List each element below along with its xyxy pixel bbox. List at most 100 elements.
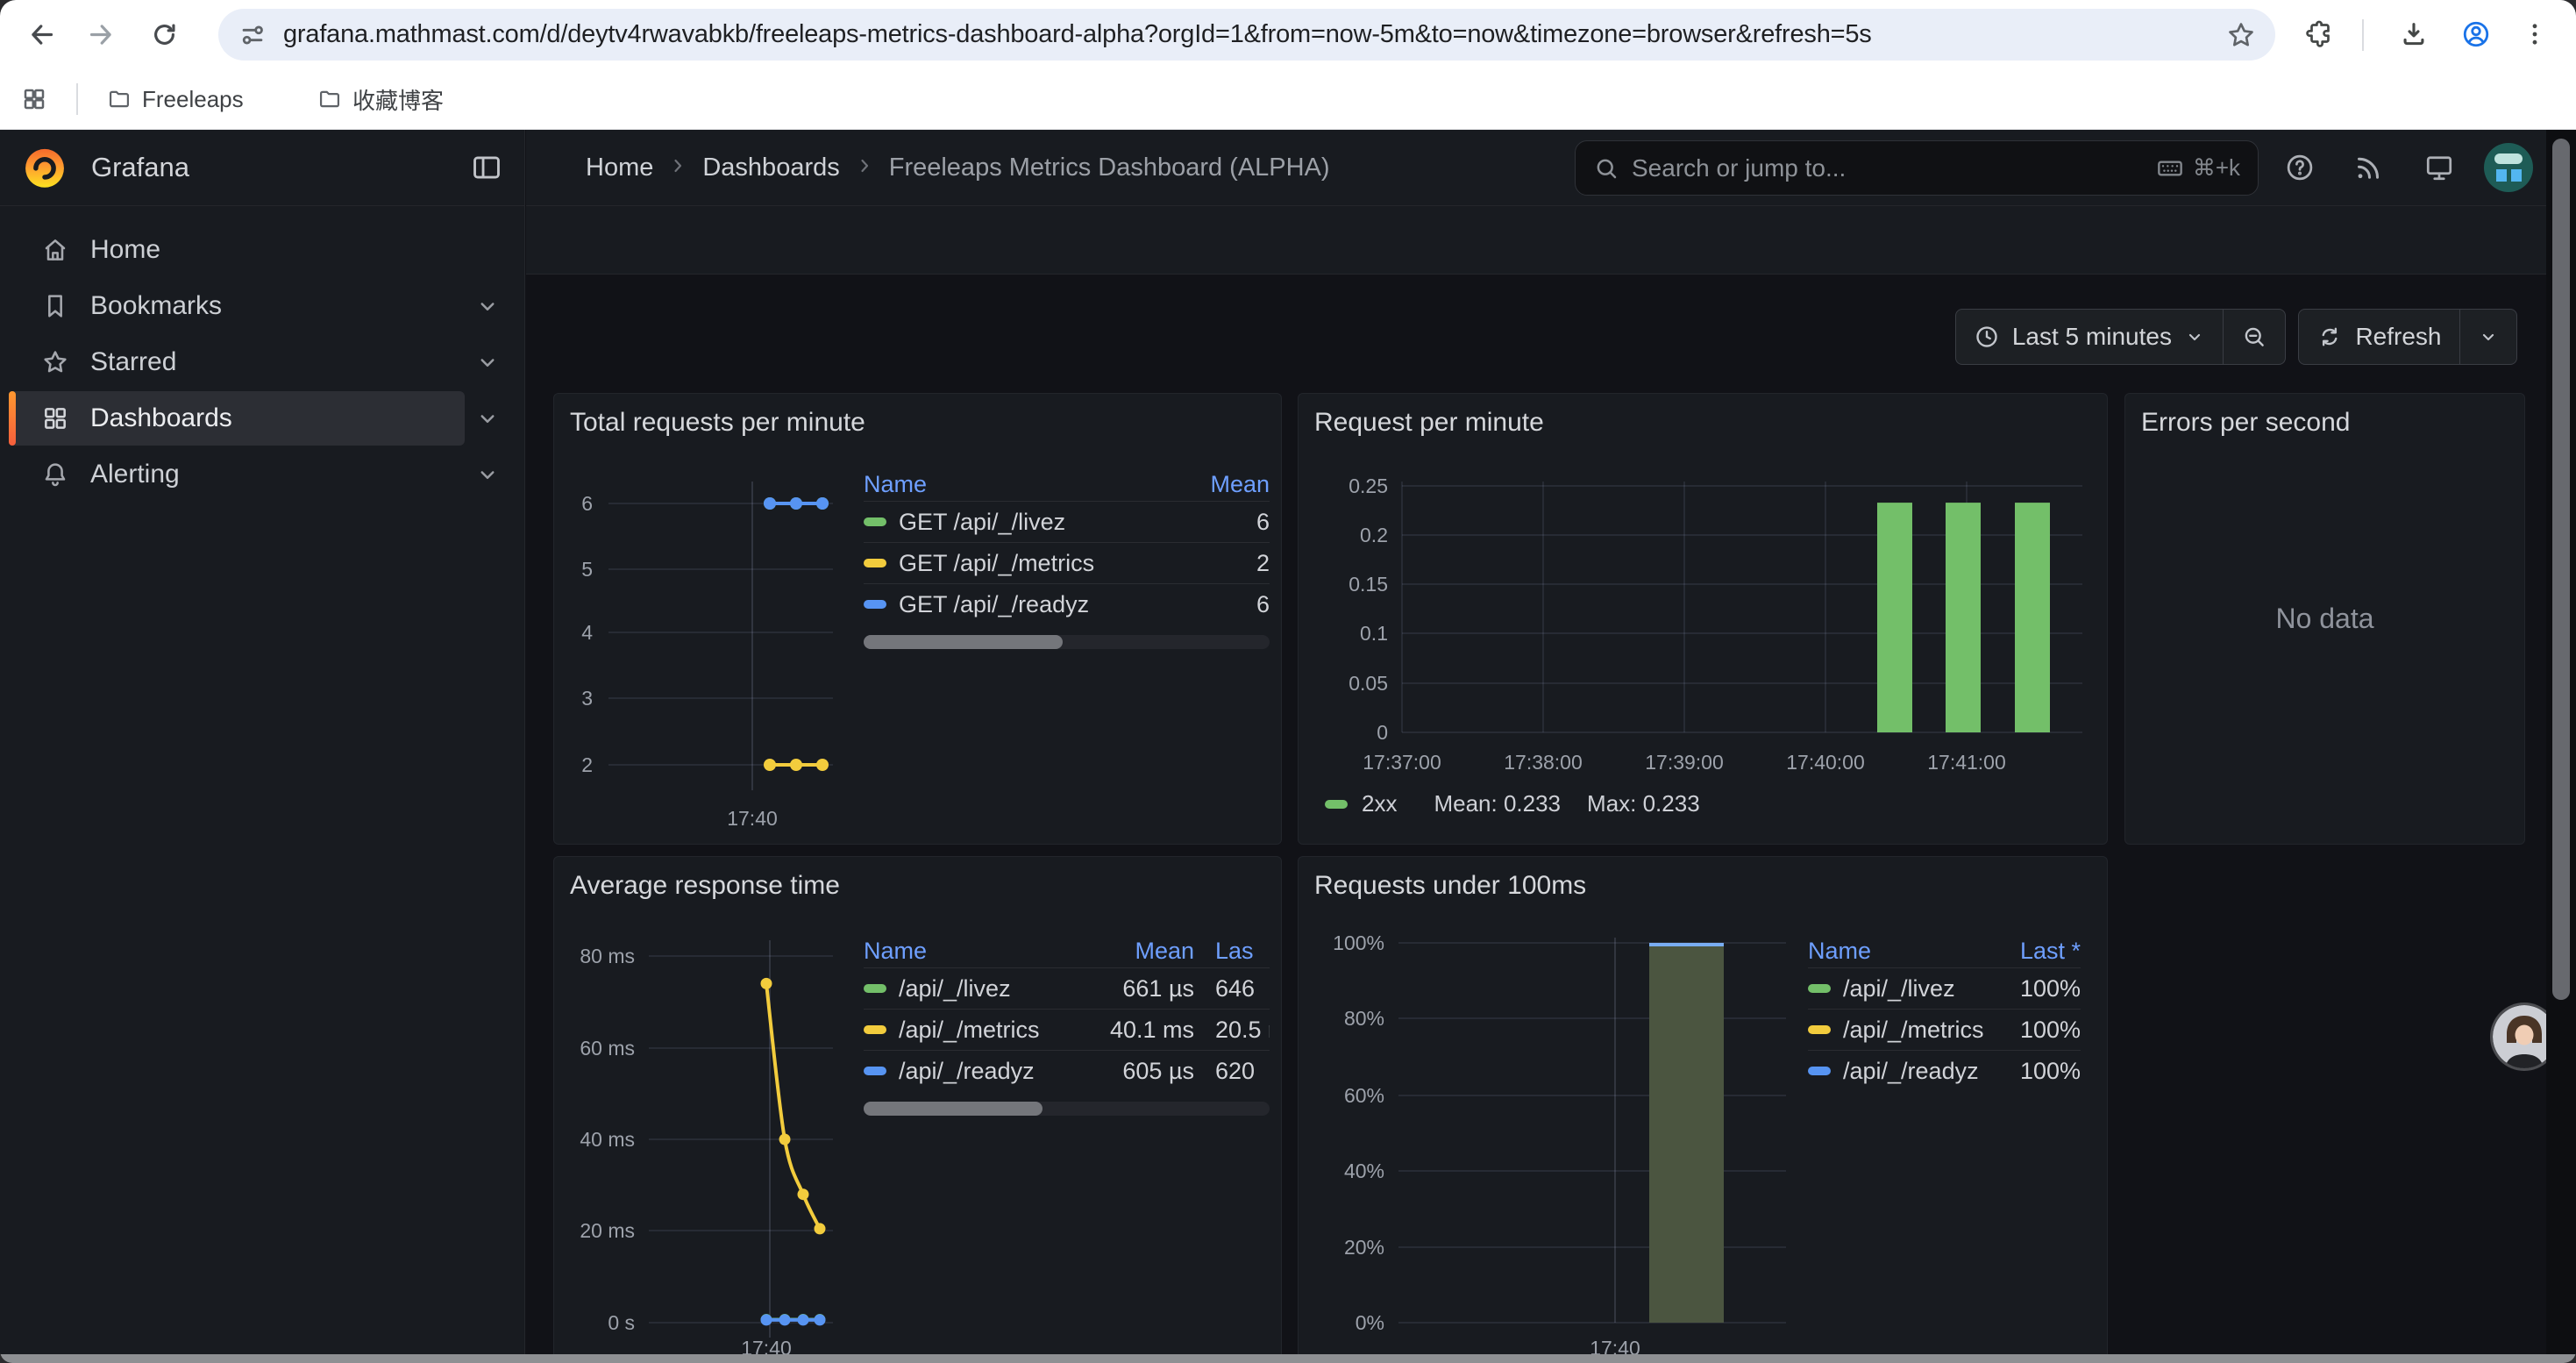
series-name[interactable]: /api/_/livez: [1843, 975, 1955, 1003]
sidebar-item-label: Home: [90, 235, 160, 265]
legend-row[interactable]: GET /api/_/readyz 6: [864, 583, 1270, 624]
breadcrumb-dashboards[interactable]: Dashboards: [702, 153, 839, 182]
legend-scrollbar[interactable]: [864, 635, 1270, 649]
series-swatch: [864, 517, 886, 526]
apps-grid-icon[interactable]: [15, 80, 53, 118]
sidebar-item-starred[interactable]: Starred: [0, 334, 524, 390]
chevron-down-icon[interactable]: [474, 405, 501, 432]
series-mean: 40.1 ms: [1080, 1017, 1194, 1044]
browser-menu-icon[interactable]: [2513, 12, 2557, 56]
search-icon: [1593, 155, 1619, 182]
column-header-name[interactable]: Name: [1808, 938, 1993, 965]
url-input[interactable]: [283, 20, 2275, 49]
series-swatch: [1808, 984, 1831, 993]
legend-row[interactable]: /api/_/readyz 100%: [1808, 1050, 2081, 1091]
column-header-last[interactable]: Las: [1194, 938, 1270, 965]
legend-row[interactable]: /api/_/readyz 605 µs 620: [864, 1050, 1270, 1091]
svg-text:60%: 60%: [1344, 1084, 1384, 1107]
series-swatch: [864, 1025, 886, 1034]
series-swatch: [864, 1067, 886, 1075]
toolbar-divider: [2362, 19, 2364, 51]
legend-scrollbar[interactable]: [864, 1102, 1270, 1116]
dock-sidebar-icon[interactable]: [470, 151, 505, 186]
series-swatch: [1808, 1025, 1831, 1034]
vertical-scrollbar-thumb[interactable]: [2552, 139, 2570, 1000]
legend-table-header: Name Mean: [864, 467, 1270, 501]
refresh-button[interactable]: Refresh: [2299, 310, 2459, 364]
sidebar-nav: Home Bookmarks Starred: [0, 222, 524, 503]
bookmark-folder-blogs[interactable]: 收藏博客: [305, 78, 456, 120]
legend-row[interactable]: /api/_/metrics 40.1 ms 20.5 r: [864, 1009, 1270, 1050]
site-settings-icon[interactable]: [238, 20, 267, 50]
back-icon[interactable]: [19, 12, 63, 56]
series-name[interactable]: 2xx: [1362, 790, 1397, 817]
sidebar-item-home[interactable]: Home: [0, 222, 524, 278]
extensions-icon[interactable]: [2297, 12, 2341, 56]
legend-row[interactable]: GET /api/_/metrics 2: [864, 542, 1270, 583]
brand-title[interactable]: Grafana: [91, 152, 189, 183]
scrollbar-thumb[interactable]: [864, 1102, 1042, 1116]
help-icon[interactable]: [2281, 148, 2319, 187]
brand-header: Grafana: [0, 130, 524, 206]
browser-profile-icon[interactable]: [2454, 12, 2498, 56]
series-mean: 605 µs: [1080, 1058, 1194, 1085]
downloads-icon[interactable]: [2392, 12, 2436, 56]
series-last: 20.5 r: [1194, 1017, 1270, 1044]
time-range-group: Last 5 minutes: [1955, 309, 2287, 365]
panel-average-response-time: Average response time 80 ms60 ms40 ms20 …: [553, 856, 1282, 1363]
forward-icon[interactable]: [79, 12, 123, 56]
svg-text:17:37:00: 17:37:00: [1363, 751, 1441, 774]
search-input[interactable]: Search or jump to... ⌘+k: [1575, 140, 2259, 196]
home-icon: [41, 236, 69, 264]
legend-table: Name Mean GET /api/_/livez 6 GET /api/_/…: [864, 467, 1270, 649]
news-rss-icon[interactable]: [2349, 148, 2387, 187]
series-name[interactable]: /api/_/livez: [899, 975, 1011, 1003]
legend-row[interactable]: /api/_/livez 661 µs 646: [864, 967, 1270, 1009]
series-name[interactable]: /api/_/metrics: [899, 1017, 1040, 1044]
reload-icon[interactable]: [142, 12, 186, 56]
column-header-name[interactable]: Name: [864, 938, 1080, 965]
legend-row[interactable]: /api/_/livez 100%: [1808, 967, 2081, 1009]
legend-row[interactable]: GET /api/_/livez 6: [864, 501, 1270, 542]
horizontal-scrollbar[interactable]: [0, 1354, 2576, 1363]
legend-row[interactable]: /api/_/metrics 100%: [1808, 1009, 2081, 1050]
svg-text:80%: 80%: [1344, 1007, 1384, 1030]
user-avatar[interactable]: [2484, 143, 2533, 192]
active-accent: [9, 391, 16, 446]
series-name[interactable]: /api/_/readyz: [899, 1058, 1035, 1085]
column-header-last[interactable]: Last *: [1993, 938, 2081, 965]
sidebar-item-bookmarks[interactable]: Bookmarks: [0, 278, 524, 334]
url-bar[interactable]: [218, 9, 2275, 61]
breadcrumb-current: Freeleaps Metrics Dashboard (ALPHA): [889, 153, 1330, 182]
legend-mean: Mean: 0.233: [1434, 790, 1561, 817]
refresh-interval-button[interactable]: [2460, 310, 2516, 364]
browser-window: Freeleaps 收藏博客 Grafana: [0, 0, 2576, 1363]
series-last: 620: [1194, 1058, 1270, 1085]
refresh-group: Refresh: [2298, 309, 2517, 365]
series-name[interactable]: GET /api/_/readyz: [899, 591, 1089, 618]
bar-chart[interactable]: 0.250.20.150.10.05017:37:0017:38:0017:39…: [1299, 394, 2109, 846]
series-name[interactable]: GET /api/_/metrics: [899, 550, 1094, 577]
bookmark-folder-freeleaps[interactable]: Freeleaps: [95, 78, 256, 120]
breadcrumb-home[interactable]: Home: [586, 153, 653, 182]
column-header-mean[interactable]: Mean: [1080, 938, 1194, 965]
series-name[interactable]: /api/_/metrics: [1843, 1017, 1984, 1044]
zoom-out-time-button[interactable]: [2224, 310, 2285, 364]
grafana-logo-icon[interactable]: [21, 144, 68, 191]
svg-text:0.1: 0.1: [1360, 622, 1388, 645]
kiosk-monitor-icon[interactable]: [2420, 148, 2459, 187]
sidebar-item-alerting[interactable]: Alerting: [0, 446, 524, 503]
column-header-mean[interactable]: Mean: [1186, 471, 1270, 498]
bar-chart[interactable]: 100%80%60%40%20%0%17:40: [1299, 857, 2109, 1363]
bookmark-page-star-icon[interactable]: [2226, 20, 2256, 50]
chevron-down-icon[interactable]: [474, 461, 501, 488]
time-range-picker[interactable]: Last 5 minutes: [1956, 310, 2223, 364]
column-header-name[interactable]: Name: [864, 471, 1186, 498]
series-name[interactable]: /api/_/readyz: [1843, 1058, 1979, 1085]
scrollbar-thumb[interactable]: [864, 635, 1063, 649]
sidebar-item-dashboards[interactable]: Dashboards: [0, 390, 524, 446]
chevron-down-icon[interactable]: [474, 293, 501, 319]
series-name[interactable]: GET /api/_/livez: [899, 509, 1065, 536]
series-swatch: [1325, 800, 1348, 809]
chevron-down-icon[interactable]: [474, 349, 501, 375]
